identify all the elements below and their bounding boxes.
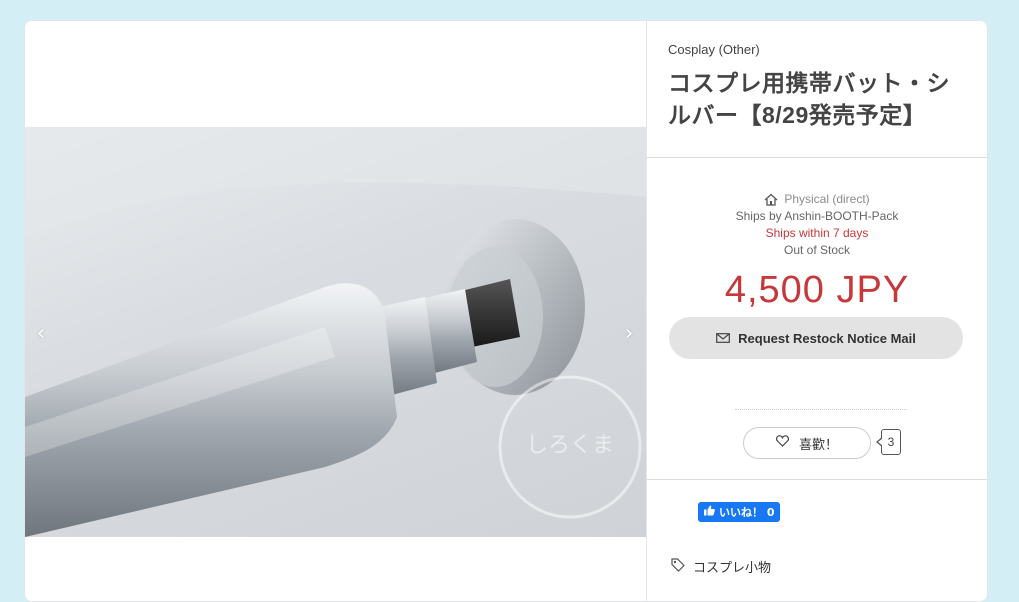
dotted-divider [735, 409, 907, 410]
divider [647, 157, 987, 158]
like-count: 3 [876, 429, 901, 455]
thumbs-up-icon [704, 505, 715, 519]
tag-link[interactable]: コスプレ小物 [671, 557, 771, 576]
facebook-like-label: いいね！ 0 [719, 506, 775, 519]
item-title: コスプレ用携帯バット・シルバー【8/29発売予定】 [668, 70, 950, 128]
ships-within: Ships within 7 days [765, 226, 869, 240]
like-button[interactable]: 喜歡！ [743, 427, 871, 459]
facebook-like-button[interactable]: いいね！ 0 [698, 502, 781, 522]
shipping-type-label: Physical (direct) [784, 192, 870, 206]
tag-icon [671, 557, 685, 576]
tag-label: コスプレ小物 [693, 561, 772, 576]
stock-status: Out of Stock [783, 243, 851, 257]
chevron-left-icon: ‹ [36, 321, 46, 346]
image-gallery: しろくま ‹ › [25, 21, 646, 601]
restock-button-label: Request Restock Notice Mail [738, 330, 916, 346]
svg-text:しろくま: しろくま [526, 433, 614, 458]
prev-image-button[interactable]: ‹ [29, 322, 53, 346]
item-info-panel: Cosplay (Other) コスプレ用携帯バット・シルバー【8/29発売予定… [647, 21, 987, 601]
ships-by: Ships by Anshin-BOOTH-Pack [735, 209, 899, 223]
shipping-type: Physical (direct) [647, 191, 987, 208]
divider [647, 479, 987, 480]
item-price: 4,500 JPY [724, 269, 910, 311]
item-category[interactable]: Cosplay (Other) [668, 42, 760, 57]
shipping-info: Physical (direct) Ships by Anshin-BOOTH-… [647, 191, 987, 259]
next-image-button[interactable]: › [617, 322, 641, 346]
like-label: 喜歡！ [798, 437, 838, 453]
heart-icon [775, 435, 789, 451]
house-icon [764, 193, 778, 206]
restock-notice-button[interactable]: Request Restock Notice Mail [669, 317, 963, 359]
chevron-right-icon: › [624, 321, 634, 346]
mail-icon [716, 331, 731, 346]
product-photo[interactable]: しろくま ‹ › [25, 127, 646, 537]
item-card: しろくま ‹ › Cosplay (Other) コスプレ用携帯バット・シルバー… [24, 20, 988, 602]
product-image-illustration: しろくま [25, 127, 646, 537]
